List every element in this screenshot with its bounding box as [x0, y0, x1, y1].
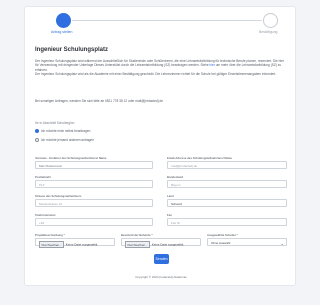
- step-1-label: Antrag stellen: [51, 30, 73, 34]
- upload1-browse-button[interactable]: Durchsuchen...: [39, 241, 65, 249]
- phone-field[interactable]: +49: [35, 218, 153, 226]
- postal-label: Postleitzahl: [35, 175, 51, 179]
- form-card: Antrag stellen Bestätigung Ingenieur Sch…: [24, 6, 296, 286]
- intro-part-4: Der Ingenieur Schulungsplatz wird als di…: [35, 71, 277, 76]
- first-name-label: Vorname - Ernährer des Schulungsteilnehm…: [35, 156, 107, 160]
- fax-field[interactable]: Fax Nr.: [167, 218, 287, 226]
- state-field[interactable]: Bayern: [167, 180, 287, 188]
- intro-part-2: Dieses Unterstützt durch die Lehramtsfor…: [94, 63, 209, 68]
- intro-text: Der Ingenieur Schulungsplatz wird währen…: [35, 59, 287, 76]
- page-title: Ingenieur Schulungsplatz: [35, 47, 109, 53]
- country-field[interactable]: Schweiz: [167, 199, 287, 207]
- country-label: Land: [167, 194, 174, 198]
- footer-copyright: Copyright © 2024 [redacted] Akademie: [135, 275, 187, 279]
- email-label: Email-Adresse des Schulungsteilnehmers/ …: [167, 156, 232, 160]
- step-1-indicator: [56, 13, 71, 28]
- upload2-field[interactable]: Durchsuchen... Keine Datei ausgewählt.: [121, 238, 201, 249]
- radio-other-indicator[interactable]: [35, 138, 39, 143]
- upload2-label: Bescheid der Behörde *: [121, 233, 153, 237]
- step-2-indicator: [263, 13, 278, 28]
- stepper-line: [72, 20, 262, 21]
- postal-field[interactable]: PLZ: [35, 180, 153, 188]
- school-select[interactable]: Ohne Auswahl ⌄: [207, 238, 287, 246]
- section-label: Ihr in Abschnitt Schulbeginn: [35, 121, 75, 125]
- stepper: Antrag stellen Bestätigung: [35, 13, 287, 39]
- street-label: Strasse des Schulungsteilnehmers: [35, 194, 82, 198]
- contact-text: Bei sonstigen Anfragen, wenden Sie sich …: [35, 99, 163, 103]
- phone-label: Telefonnummer: [35, 213, 56, 217]
- radio-self-indicator[interactable]: [35, 129, 39, 134]
- radio-other[interactable]: Ich möchte jemand anderen antragen: [35, 138, 94, 143]
- radio-other-label: Ich möchte jemand anderen antragen: [41, 138, 94, 142]
- chevron-down-icon: ⌄: [280, 240, 284, 246]
- intro-link[interactable]: hier: [210, 63, 215, 67]
- submit-button[interactable]: Senden: [154, 254, 169, 264]
- upload1-label: Projektbeschreibung *: [35, 233, 65, 237]
- state-label: Bundesland: [167, 175, 184, 179]
- upload2-browse-button[interactable]: Durchsuchen...: [125, 241, 151, 249]
- street-field[interactable]: Musterstrasse 12: [35, 199, 153, 207]
- upload2-filename: Keine Datei ausgewählt.: [151, 242, 185, 247]
- radio-self[interactable]: Ich möchte mich selbst beantragen: [35, 129, 91, 134]
- upload1-field[interactable]: Durchsuchen... Keine Datei ausgewählt.: [35, 238, 115, 249]
- school-label: Ausgewählte Schulen *: [207, 233, 238, 237]
- upload1-filename: Keine Datei ausgewählt.: [65, 242, 99, 247]
- fax-label: Fax: [167, 213, 172, 217]
- first-name-field[interactable]: Max Mustermann: [35, 161, 153, 169]
- school-select-value: Ohne Auswahl: [211, 241, 231, 246]
- radio-self-label: Ich möchte mich selbst beantragen: [41, 129, 91, 133]
- email-field[interactable]: mail@[redacted].de: [167, 161, 287, 169]
- step-2-label: Bestätigung: [259, 30, 278, 34]
